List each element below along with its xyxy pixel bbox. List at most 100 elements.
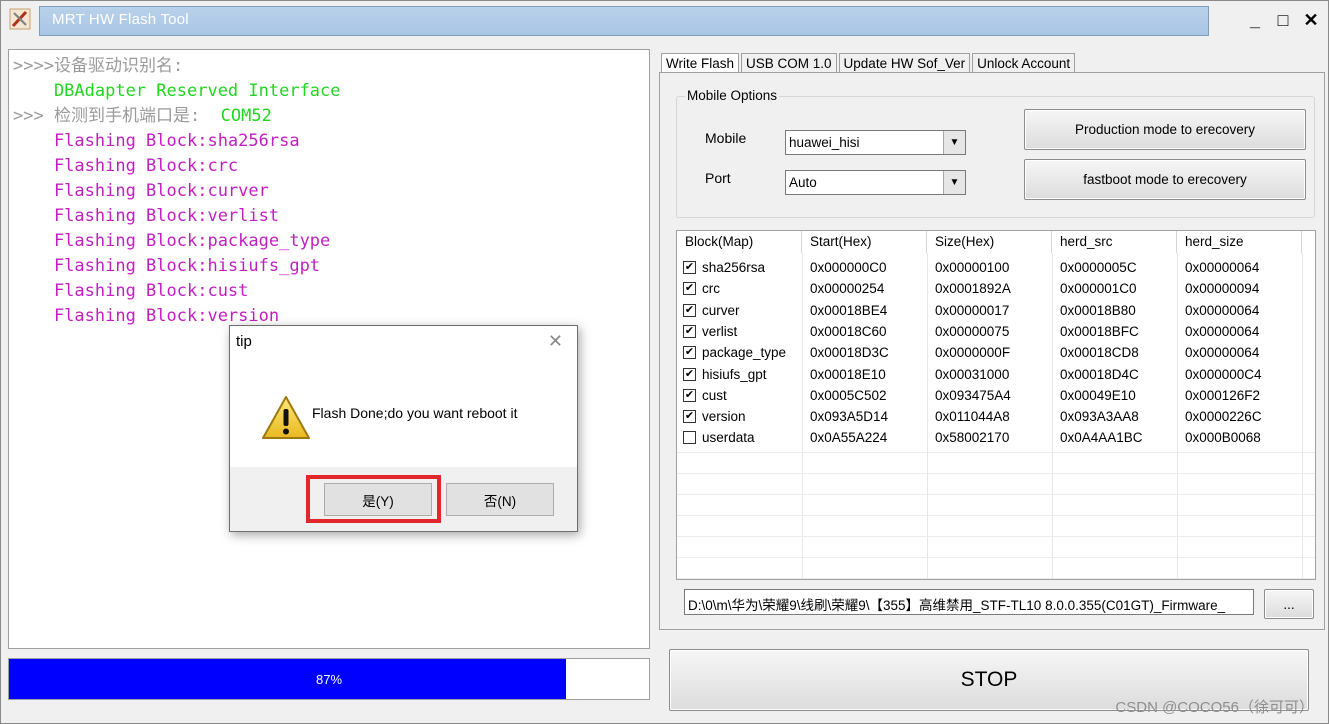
annotation-highlight-box [306, 475, 441, 523]
grid-divider [1302, 253, 1303, 579]
table-row[interactable]: ✔ hisiufs_gpt 0x00018E10 0x00031000 0x00018D… [677, 364, 1302, 385]
progress-label: 87% [315, 671, 343, 687]
table-row[interactable]: ✔ sha256rsa 0x000000C0 0x00000100 0x0000005C… [677, 257, 1302, 278]
log-line: Flashing Block:curver [13, 181, 269, 201]
table-cell: 0x00000100 [935, 260, 1010, 275]
close-button[interactable]: ✕ [1297, 7, 1325, 33]
table-row[interactable]: ✔ crc 0x00000254 0x0001892A 0x000001C0 0x0000… [677, 278, 1302, 299]
table-cell: ✔ version [677, 406, 802, 427]
checkbox-checked[interactable]: ✔ [683, 303, 696, 317]
table-cell: 0x00018C60 [810, 323, 887, 339]
table-row[interactable]: ✔ version 0x093A5D14 0x011044A8 0x093A3AA8 0x… [677, 406, 1302, 427]
block-name: hisiufs_gpt [702, 366, 767, 382]
browse-button[interactable]: ... [1264, 589, 1314, 619]
block-name: userdata [702, 430, 755, 446]
table-cell: ✔ crc [677, 278, 802, 299]
checkbox-checked[interactable]: ✔ [683, 282, 696, 296]
checkbox-checked[interactable]: ✔ [683, 388, 696, 402]
table-row[interactable]: ✔ curver 0x00018BE4 0x00000017 0x00018B80 0x0… [677, 300, 1302, 321]
mobile-select[interactable]: huawei_hisi ▼ [785, 130, 966, 155]
block-name: curver [702, 302, 740, 318]
progress-bar: 87% [8, 658, 650, 700]
table-cell: 0x00018BFC [1060, 323, 1139, 339]
no-button[interactable]: 否(N) [446, 483, 554, 516]
table-row[interactable]: ✔ cust 0x0005C502 0x093475A4 0x00049E10 0x000… [677, 385, 1302, 406]
checkbox-checked[interactable]: ✔ [683, 346, 696, 360]
log-line: Flashing Block:sha256rsa [13, 131, 300, 151]
table-cell: 0x000126F2 [1185, 387, 1261, 403]
grid-row-line [677, 515, 1315, 516]
log-line: Flashing Block:verlist [13, 206, 280, 226]
checkbox-checked[interactable]: ✔ [683, 324, 696, 338]
table-cell: 0x0000226C [1185, 409, 1262, 425]
column-header[interactable]: Start(Hex) [802, 231, 927, 253]
checkbox-unchecked[interactable] [683, 431, 696, 445]
table-cell: userdata [677, 427, 802, 448]
column-header[interactable]: herd_src [1052, 231, 1177, 253]
column-header[interactable]: herd_size [1177, 231, 1302, 253]
window-title: MRT HW Flash Tool [52, 11, 189, 28]
log-line: DBAdapter Reserved Interface [13, 81, 341, 101]
table-row[interactable]: ✔ package_type 0x00018D3C 0x0000000F 0x00018… [677, 342, 1302, 363]
minimize-button[interactable]: _ [1241, 7, 1269, 33]
table-row[interactable]: userdata 0x0A55A224 0x58002170 0x0A4AA1BC 0x… [677, 427, 1302, 448]
tab-usb-com[interactable]: USB COM 1.0 [741, 53, 837, 73]
table-cell: 0x011044A8 [935, 409, 1010, 425]
table-cell: ✔ hisiufs_gpt [677, 364, 802, 385]
table-cell: 0x00000064 [1185, 345, 1260, 361]
table-cell: 0x00049E10 [1060, 387, 1136, 403]
grid-row-line [677, 494, 1315, 495]
table-cell: 0x0000005C [1060, 260, 1137, 275]
table-cell: ✔ package_type [677, 342, 802, 363]
table-cell: 0x000B0068 [1185, 430, 1261, 446]
table-cell: 0x00018BE4 [810, 302, 888, 318]
title-field: MRT HW Flash Tool [39, 6, 1209, 36]
checkbox-checked[interactable]: ✔ [683, 410, 696, 424]
block-name: crc [702, 281, 720, 297]
production-mode-button[interactable]: Production mode to erecovery [1024, 109, 1306, 150]
column-header[interactable]: Block(Map) [677, 231, 802, 253]
grid-row-line [677, 557, 1315, 558]
table-cell: 0x000000C0 [810, 260, 887, 275]
mobile-select-value: huawei_hisi [789, 135, 860, 150]
table-cell: 0x0000000F [935, 345, 1011, 361]
fastboot-mode-button[interactable]: fastboot mode to erecovery [1024, 159, 1306, 200]
column-header[interactable]: Size(Hex) [927, 231, 1052, 253]
app-tools-icon[interactable] [9, 8, 31, 30]
port-select-value: Auto [789, 175, 817, 190]
app-window: MRT HW Flash Tool _ □ ✕ >>>>设备驱动识别名: DBA… [0, 0, 1329, 724]
firmware-path-field[interactable]: D:\0\m\华为\荣耀9\线刷\荣耀9\【355】高维禁用_STF-TL10 … [684, 589, 1254, 615]
tab-write-flash[interactable]: Write Flash [661, 53, 740, 73]
block-name: version [702, 409, 746, 425]
checkbox-checked[interactable]: ✔ [683, 367, 696, 381]
mobile-options-group: Mobile Options Mobile huawei_hisi ▼ Port… [676, 88, 1315, 218]
tab-strip: Write Flash USB COM 1.0 Update HW Sof_Ve… [661, 53, 1077, 73]
chevron-down-icon[interactable]: ▼ [943, 171, 965, 194]
table-cell: 0x00000064 [1185, 302, 1260, 318]
table-cell: 0x00000254 [810, 281, 885, 297]
log-port-value: COM52 [220, 106, 272, 126]
tab-unlock-account[interactable]: Unlock Account [972, 53, 1076, 73]
maximize-button[interactable]: □ [1269, 7, 1297, 33]
table-cell: ✔ cust [677, 385, 802, 406]
grid-row-line [677, 578, 1315, 579]
warning-icon [260, 394, 312, 442]
port-select[interactable]: Auto ▼ [785, 170, 966, 195]
table-cell: 0x00000017 [935, 302, 1010, 318]
table-cell: 0x0A55A224 [810, 430, 888, 446]
table-header: Block(Map) Start(Hex) Size(Hex) herd_src… [677, 231, 1302, 253]
table-cell: 0x000001C0 [1060, 281, 1137, 297]
block-name: sha256rsa [702, 260, 766, 275]
mobile-label: Mobile [705, 130, 747, 146]
log-line: >>>>设备驱动识别名: [13, 56, 184, 76]
table-cell: 0x000000C4 [1185, 366, 1262, 382]
table-cell: 0x00018E10 [810, 366, 886, 382]
dialog-close-icon[interactable]: ✕ [548, 331, 563, 352]
table-cell: 0x0005C502 [810, 387, 887, 403]
checkbox-checked[interactable]: ✔ [683, 261, 696, 274]
table-row[interactable]: ✔ verlist 0x00018C60 0x00000075 0x00018BFC 0x… [677, 321, 1302, 342]
dialog-message: Flash Done;do you want reboot it [312, 405, 518, 421]
tab-update-hw[interactable]: Update HW Sof_Ver [838, 53, 971, 73]
table-cell: 0x00000064 [1185, 323, 1260, 339]
chevron-down-icon[interactable]: ▼ [943, 131, 965, 154]
